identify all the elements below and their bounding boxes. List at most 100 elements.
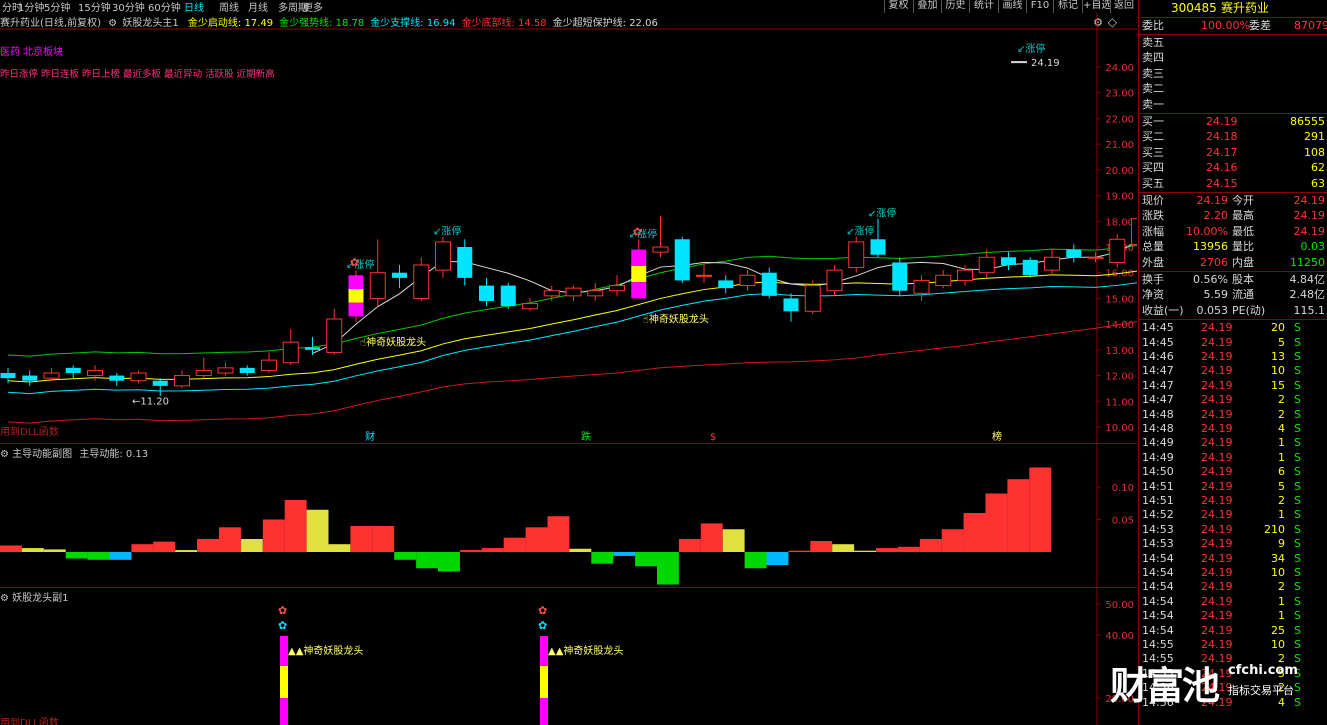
stat-value: 5.59 [1203,288,1229,302]
tick-row: 14:45 24.19 5 S [1139,336,1327,350]
tick-price: 24.19 [1201,436,1233,450]
momentum-bar [372,526,395,552]
sep [1139,319,1327,321]
toolbar-button-1[interactable]: 叠加 [913,0,941,13]
candle-body [195,369,212,377]
period-tab-7[interactable]: 周线 [219,0,239,14]
y-axis-label: 15.00 [1105,294,1134,305]
stat-value: 10.00% [1186,224,1228,238]
tick-vol: 210 [1264,522,1285,536]
toolbar-button-4[interactable]: 画线 [998,0,1026,13]
momentum-bar [963,513,986,552]
period-tab-5[interactable]: 60分钟 [148,0,181,14]
candle-body [261,359,277,371]
y-axis-label: 22.00 [1105,114,1134,125]
momentum-bar [897,546,920,552]
candle-body [1001,257,1016,265]
momentum-bar [985,493,1008,552]
candle-body [978,256,995,274]
tick-row: 14:54 24.19 2 S [1139,580,1327,594]
tick-time: 14:54 [1142,623,1174,637]
momentum-bars[interactable]: 0.10 0.05 [0,444,1137,588]
tick-time: 14:53 [1142,537,1174,551]
stat-value: 2.48亿 [1289,288,1326,302]
tick-row: 14:47 24.19 15 S [1139,379,1327,393]
momentum-bar [21,548,44,552]
y-axis-label: 24.00 [1105,63,1134,74]
tick-price: 24.19 [1201,522,1233,536]
toolbar-button-0[interactable]: 复权 [884,0,912,13]
tick-vol: 10 [1271,638,1285,651]
candlestick-chart[interactable]: 24.0023.0022.0021.0020.0019.0018.0017.00… [0,13,1137,443]
tick-vol: 2 [1278,393,1285,407]
sub2-y-label: 50.00 [1105,600,1134,611]
candle-body [957,269,973,281]
stat-row: 净资 5.59 流通 2.48亿 [1139,287,1327,302]
momentum-panel[interactable]: ⚙ 主导动能副图 主导动能: 0.13 0.10 0.05 [0,443,1137,588]
momentum-bar [481,548,504,552]
dragon-signal-panel[interactable]: ⚙ 妖股龙头副1 用到DLL函数 50.00 40.00 20.00 ✿ ✿ ▲▲神奇妖股… [0,587,1137,725]
candle-body [935,274,952,287]
candle-body [631,265,647,283]
momentum-bar [87,552,110,560]
butterfly-icon: ✿ [538,619,547,632]
stock-name: 赛升药业 [1221,1,1270,15]
candle-body [282,341,299,364]
stat-row: 换手 0.56% 股本 4.84亿 [1139,272,1327,287]
candle-body [870,239,886,255]
tick-row: 14:45 24.19 20 S [1139,321,1327,335]
ask-row: 卖二 [1139,81,1327,96]
stat-value: 13956 [1193,240,1228,254]
momentum-bar [240,539,263,552]
candle-body [348,275,364,289]
momentum-bar [284,500,307,552]
period-tab-4[interactable]: 30分钟 [112,0,145,14]
stat-value: 2706 [1200,255,1228,269]
ma-bottom-line [7,321,1137,424]
tick-side: S [1294,537,1301,551]
candle-body [65,367,81,373]
tick-price: 24.19 [1201,551,1233,565]
toolbar-button-5[interactable]: F10 [1026,0,1053,13]
period-tab-6[interactable]: 日线 [184,0,204,14]
zhangting-label: ↙涨停 [846,225,874,238]
momentum-bar [613,552,636,556]
period-tab-2[interactable]: 5分钟 [44,0,70,14]
stat-row: 收益(一) 0.053 PE(动) 115.1 [1139,303,1327,318]
stat-label: 总量 [1142,240,1164,254]
tick-time: 14:51 [1142,494,1174,507]
tick-side: S [1294,364,1301,378]
butterfly-icon: ✿ [538,604,547,617]
period-tab-8[interactable]: 月线 [248,0,268,14]
tick-vol: 20 [1271,321,1285,335]
tick-time: 14:49 [1142,436,1174,450]
stat-row: 涨跌 2.20 最高 24.19 [1139,208,1327,223]
candle-body [326,318,343,353]
main-chart[interactable]: 赛升药业(日线,前复权) ⚙ 妖股龙头主1 金少启动线: 17.49 金少强势线:… [0,13,1137,443]
stat-value: 0.053 [1196,303,1229,317]
period-tab-10[interactable]: 更多 [303,0,323,14]
toolbar-button-6[interactable]: 标记 [1053,0,1082,13]
candle-body [696,274,712,277]
tick-vol: 6 [1278,465,1285,479]
momentum-bar [109,552,132,560]
tick-side: S [1294,623,1301,637]
tick-row: 14:55 24.19 10 S [1139,638,1327,652]
tick-row: 14:54 24.19 34 S [1139,552,1327,566]
toolbar-button-8[interactable]: 返回 [1110,0,1137,13]
toolbar-button-3[interactable]: 统计 [969,0,998,13]
candle-body [804,285,821,312]
stat-value: 24.19 [1293,209,1326,223]
momentum-bar [65,552,88,559]
tick-vol: 1 [1278,436,1285,450]
toolbar-button-2[interactable]: 历史 [941,0,969,13]
momentum-bar [131,544,154,552]
signal-bars[interactable]: 50.0040.0020.00✿✿▲▲神奇妖股龙头✿✿▲▲神奇妖股龙头 [0,588,1137,725]
toolbar-button-7[interactable]: +自选 [1082,0,1111,13]
momentum-bar [525,527,548,552]
stat-value: 11250 [1290,255,1325,269]
stat-row: 外盘 2706 内盘 11250 [1139,255,1327,270]
period-tab-1[interactable]: 1分钟 [18,0,44,14]
period-tab-3[interactable]: 15分钟 [78,0,111,14]
tick-price: 24.19 [1201,450,1233,464]
